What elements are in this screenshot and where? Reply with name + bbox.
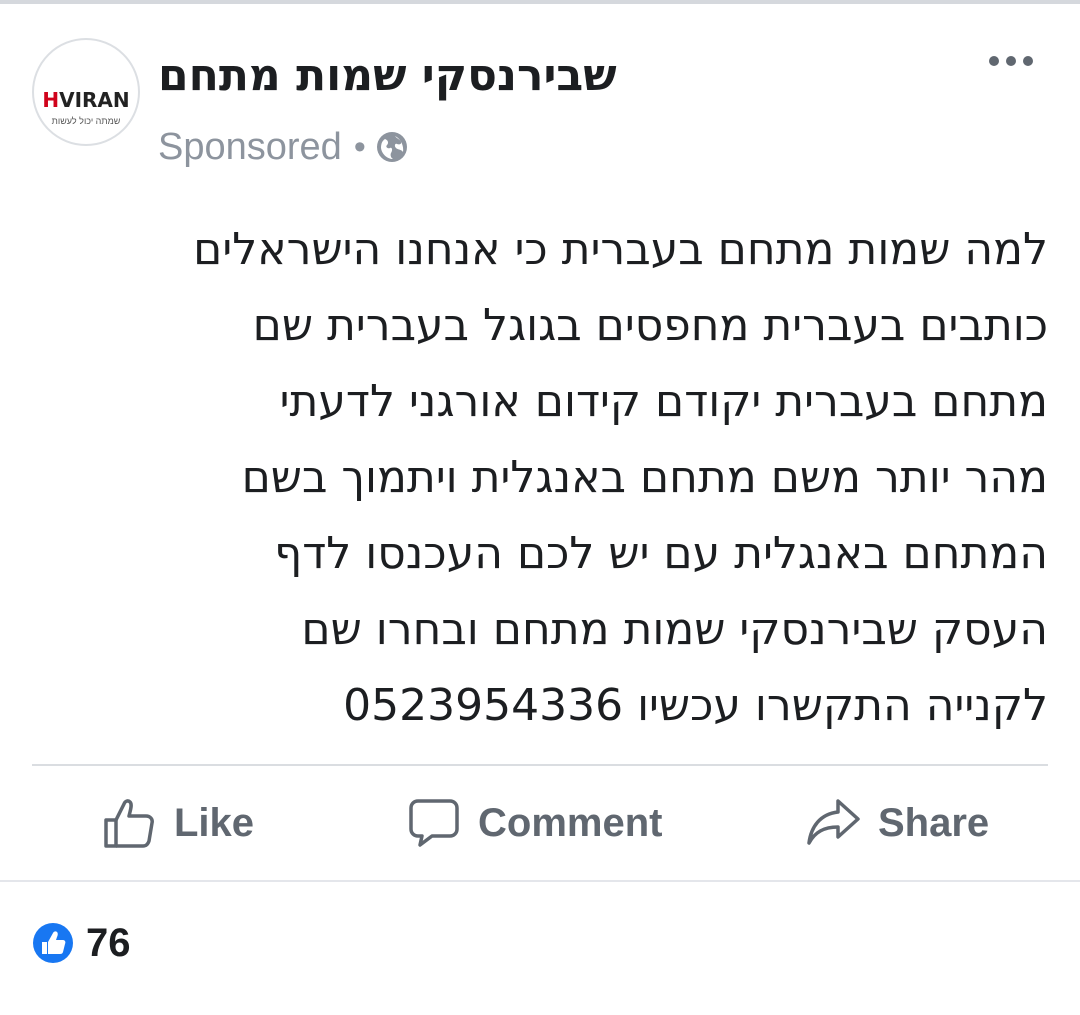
share-label: Share	[878, 800, 990, 845]
reactions-summary[interactable]: 76	[32, 918, 131, 968]
avatar-tagline: שמתה יכול לעשות	[51, 116, 121, 126]
post-text-line: העסק שבירנסקי שמות מתחם ובחרו שם	[301, 604, 1048, 655]
page-name[interactable]: שבירנסקי שמות מתחם	[158, 46, 617, 106]
globe-icon[interactable]	[376, 131, 408, 163]
post-text-line: המתחם באנגלית עם יש לכם העכנסו לדף	[274, 528, 1048, 579]
post-text-line: מהר יותר משם מתחם באנגלית ויתמוך בשם	[241, 452, 1048, 503]
like-label: Like	[174, 800, 255, 845]
post-text-line: למה שמות מתחם בעברית כי אנחנו הישראלים	[193, 224, 1048, 275]
share-button[interactable]: Share	[806, 794, 989, 852]
comment-bubble-icon	[409, 799, 459, 847]
meta-separator: •	[353, 127, 366, 166]
thumbs-up-reaction-icon	[33, 923, 73, 963]
post-meta: Sponsored •	[158, 122, 408, 172]
sponsored-label[interactable]: Sponsored	[158, 126, 342, 169]
comment-label: Comment	[478, 800, 663, 845]
comment-button[interactable]: Comment	[408, 794, 662, 852]
reactions-separator	[0, 880, 1080, 882]
post-text-line: לקנייה התקשרו עכשיו 0523954336	[343, 680, 1048, 731]
avatar-logo: HVIRAN	[42, 88, 130, 112]
thumbs-up-icon	[104, 799, 154, 848]
avatar[interactable]: HVIRAN שמתה יכול לעשות	[32, 38, 140, 146]
post-header: HVIRAN שמתה יכול לעשות שבירנסקי שמות מתח…	[0, 4, 1080, 190]
action-bar: Like Comment Share	[0, 766, 1080, 880]
post-text-line: כותבים בעברית מחפסים בגוגל בעברית שם	[252, 300, 1048, 351]
post-text: למה שמות מתחם בעברית כי אנחנו הישראלים כ…	[30, 212, 1048, 744]
like-button[interactable]: Like	[102, 794, 254, 852]
share-arrow-icon	[807, 799, 860, 845]
more-options-icon[interactable]	[980, 42, 1042, 80]
reaction-count: 76	[86, 920, 131, 965]
post-text-line: מתחם בעברית יקודם קידום אורגני לדעתי	[279, 376, 1048, 427]
